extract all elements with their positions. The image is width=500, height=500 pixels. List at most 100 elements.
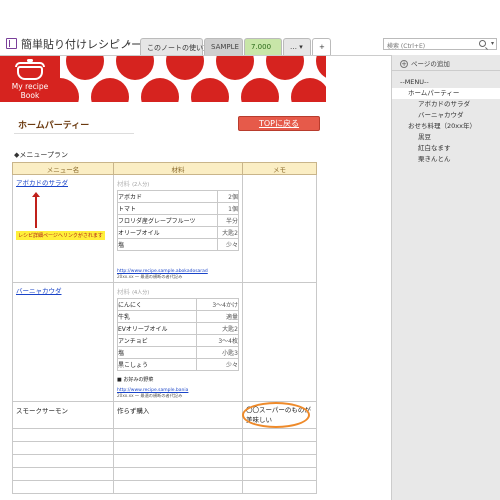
empty-cell[interactable] [12, 467, 114, 481]
chevron-down-icon[interactable]: ▾ [127, 40, 131, 48]
dot [291, 78, 326, 102]
empty-cell[interactable] [242, 441, 317, 455]
empty-cell[interactable] [242, 467, 317, 481]
column-header-memo: メモ [242, 162, 317, 175]
list-item: アンチョビ 3～4枚 [116, 334, 239, 347]
list-item: にんにく 3～4かけ [116, 298, 239, 311]
divider [392, 70, 500, 71]
pot-icon [14, 59, 46, 80]
table-row [12, 428, 317, 442]
source-note: 20xx.xx ～ 最適の横断の者代記み [117, 274, 183, 279]
empty-cell[interactable] [113, 428, 243, 442]
table-row: スモークサーモン 作らず購入 〇〇スーパーのものが美味しい [12, 401, 317, 429]
tab-add[interactable]: + [312, 38, 331, 55]
page-item-menu[interactable]: --MENU-- [392, 77, 500, 88]
list-item: 黒こしょう 少々 [116, 358, 239, 371]
ingredients-heading: 材料 (2人分) [117, 180, 150, 188]
empty-cell[interactable] [12, 454, 114, 468]
vegetables-note: ■ お好みの野菜 [117, 377, 154, 383]
notebook-title[interactable]: 簡単貼り付けレシピノート [21, 36, 153, 52]
source-url-link[interactable]: http://www.recipe.sample.abokadosarad [114, 266, 242, 274]
highlight-circle [242, 402, 310, 428]
memo-cell[interactable] [242, 174, 317, 283]
polka-dot-pattern [41, 56, 326, 102]
dish-name[interactable]: スモークサーモン [13, 402, 113, 418]
add-page-button[interactable]: + ページの追加 [400, 58, 450, 68]
recipe-link[interactable]: バーニャカウダ [13, 283, 113, 297]
top-button[interactable]: TOPに戻る [238, 116, 320, 131]
menu-table: メニュー名 材料 メモ アボカドのサラダ レシピ詳細ページへリンクがされます 材… [12, 162, 317, 494]
chevron-down-icon[interactable]: ▾ [491, 40, 494, 47]
list-item: EVオリーブオイル 大匙2 [116, 322, 239, 335]
dot [141, 78, 179, 102]
ingredient-text[interactable]: 作らず購入 [114, 402, 242, 418]
table-row [12, 467, 317, 481]
empty-cell[interactable] [113, 454, 243, 468]
table-row [12, 480, 317, 494]
menu-cell: スモークサーモン [12, 401, 114, 429]
recipe-book-logo: My recipe Book [0, 56, 60, 102]
tab-more[interactable]: … ▾ [283, 38, 311, 55]
memo-text[interactable]: 〇〇スーパーのものが美味しい [242, 402, 316, 428]
list-item: オリーブオイル 大匙2 [117, 226, 240, 239]
empty-cell[interactable] [113, 480, 243, 494]
page-item-kurikinton[interactable]: 栗きんとん [392, 154, 500, 165]
empty-cell[interactable] [12, 480, 114, 494]
list-item: アボカド 2個 [117, 190, 240, 203]
empty-cell[interactable] [242, 480, 317, 494]
list-item: フロリダ産グレープフルーツ 半分 [117, 214, 240, 227]
page-item-osechi[interactable]: おせち料理（20xx年） [392, 121, 500, 132]
empty-cell[interactable] [242, 428, 317, 442]
ingredients-list: にんにく 3～4かけ 牛乳 適量 EVオリーブオイル 大匙2 アンチョビ 3～4枚 塩小… [116, 298, 239, 371]
page-list: --MENU-- ホームパーティー アボカドのサラダ バーニャカウダ おせち料理… [392, 77, 500, 165]
dot [91, 78, 129, 102]
dot [116, 56, 154, 80]
book-title: My recipe Book [11, 82, 49, 100]
ingredients-cell: 材料 (4人分) にんにく 3～4かけ 牛乳 適量 EVオリーブオイル 大匙2 アンチ… [113, 282, 243, 402]
source-url-link[interactable]: http://www.recipe.sample.bania [114, 385, 242, 393]
ingredients-heading: 材料 (4人分) [117, 288, 150, 296]
ingredients-list: アボカド 2個 トマト 1個 フロリダ産グレープフルーツ 半分 オリーブオイル 大匙2 … [117, 190, 240, 251]
recipe-banner: My recipe Book [0, 56, 326, 102]
ingredients-cell: 作らず購入 [113, 401, 243, 429]
dot [66, 56, 104, 80]
list-item: トマト 1個 [117, 202, 240, 215]
table-row: バーニャカウダ 材料 (4人分) にんにく 3～4かけ 牛乳 適量 EVオリーブオイ… [12, 282, 317, 402]
page-title[interactable]: ホームパーティー [18, 118, 89, 131]
dot [241, 78, 279, 102]
empty-cell[interactable] [242, 454, 317, 468]
page-item-home-party[interactable]: ホームパーティー [392, 88, 500, 99]
empty-cell[interactable] [12, 441, 114, 455]
dot [266, 56, 304, 80]
list-item: 塩小匙3 [116, 346, 239, 359]
page-list-panel: + ページの追加 --MENU-- ホームパーティー アボカドのサラダ バーニャカ… [391, 55, 500, 500]
menu-plan-heading: ◆メニュープラン [14, 151, 68, 159]
table-row: アボカドのサラダ レシピ詳細ページへリンクがされます 材料 (2人分) アボカド… [12, 174, 317, 283]
list-item: 塩少々 [117, 238, 240, 251]
table-row [12, 441, 317, 455]
notebook-icon [6, 38, 17, 49]
search-input[interactable]: 検索 (Ctrl+E) ▾ [383, 38, 497, 50]
table-row [12, 454, 317, 468]
empty-cell[interactable] [113, 441, 243, 455]
plus-icon: + [400, 60, 408, 68]
search-icon[interactable] [479, 40, 486, 47]
page-item-bagna-cauda[interactable]: バーニャカウダ [392, 110, 500, 121]
menu-cell: アボカドのサラダ レシピ詳細ページへリンクがされます [12, 174, 114, 283]
tab-sample[interactable]: SAMPLE [204, 38, 243, 55]
arrow-up-icon [32, 192, 40, 228]
menu-cell: バーニャカウダ [12, 282, 114, 402]
page-item-kuromame[interactable]: 黒豆 [392, 132, 500, 143]
column-header-ingredients: 材料 [113, 162, 243, 175]
empty-cell[interactable] [113, 467, 243, 481]
dot [166, 56, 204, 80]
tab-how-to-use[interactable]: このノートの使い方 [140, 38, 210, 55]
recipe-link[interactable]: アボカドのサラダ [13, 175, 113, 189]
page-item-avocado-salad[interactable]: アボカドのサラダ [392, 99, 500, 110]
empty-cell[interactable] [12, 428, 114, 442]
memo-cell[interactable]: 〇〇スーパーのものが美味しい [242, 401, 317, 429]
tab-7000[interactable]: 7.000 [244, 38, 282, 55]
source-note: 20xx.xx ～ 最適の横断の者代記み [117, 393, 183, 398]
page-item-namasu[interactable]: 紅白なます [392, 143, 500, 154]
memo-cell[interactable] [242, 282, 317, 402]
